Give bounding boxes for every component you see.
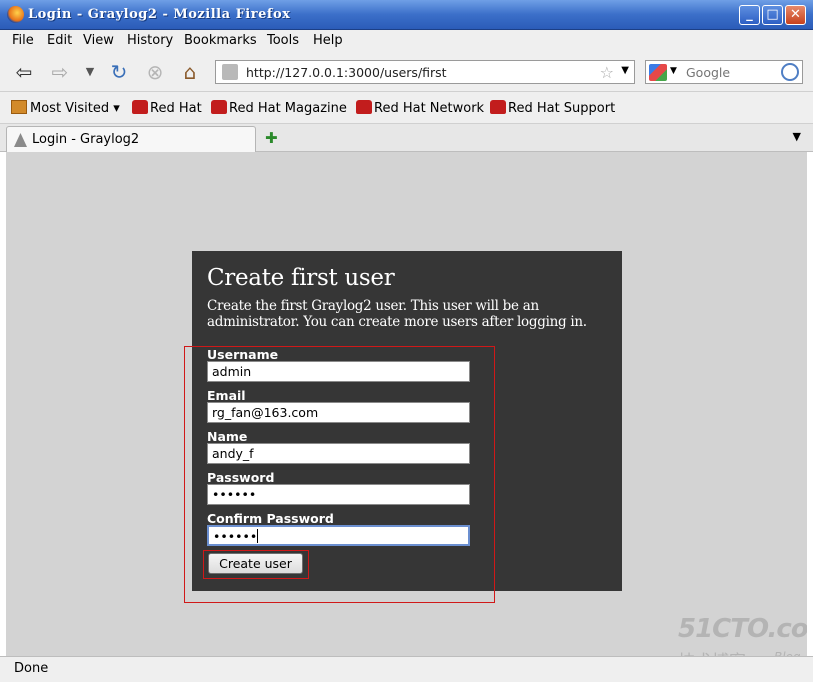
bookmark-red-hat-network[interactable]: Red Hat Network — [356, 100, 484, 116]
url-bar[interactable]: http://127.0.0.1:3000/users/first ☆ ▼ — [215, 60, 635, 84]
window-title: Login - Graylog2 - Mozilla Firefox — [28, 7, 291, 22]
bookmark-label: Red Hat Magazine — [229, 101, 347, 116]
window-edge — [807, 152, 813, 656]
text-caret — [257, 529, 259, 543]
password-label: Password — [207, 470, 275, 485]
bookmark-most-visited[interactable]: Most Visited ▾ — [11, 100, 120, 116]
username-field[interactable]: admin — [207, 361, 470, 382]
dropdown-icon[interactable]: ▼ — [78, 60, 102, 84]
reload-icon[interactable]: ↻ — [107, 60, 131, 84]
redhat-icon — [490, 100, 506, 114]
bookmark-label: Red Hat Support — [508, 101, 616, 116]
menu-history[interactable]: History — [127, 33, 173, 48]
tab-login-graylog2[interactable]: Login - Graylog2 — [6, 126, 256, 152]
new-tab-icon[interactable]: ✚ — [265, 129, 278, 147]
bookmark-red-hat[interactable]: Red Hat — [132, 100, 202, 116]
status-bar: Done — [0, 656, 813, 682]
create-user-panel: Create first user Create the first Grayl… — [192, 251, 622, 591]
page-content: Create first user Create the first Grayl… — [6, 152, 813, 672]
email-label: Email — [207, 388, 246, 403]
home-icon[interactable]: ⌂ — [178, 60, 202, 84]
search-input[interactable] — [686, 64, 781, 81]
intro-text: Create the first Graylog2 user. This use… — [207, 298, 587, 330]
tab-label: Login - Graylog2 — [32, 132, 140, 147]
maximize-button[interactable]: □ — [762, 5, 783, 25]
password-field[interactable]: •••••• — [207, 484, 470, 505]
star-icon[interactable]: ☆ — [600, 63, 614, 82]
create-user-button[interactable]: Create user — [208, 553, 303, 574]
email-field[interactable]: rg_fan@163.com — [207, 402, 470, 423]
menu-bookmarks[interactable]: Bookmarks — [184, 33, 257, 48]
google-icon[interactable] — [649, 64, 667, 81]
bookmark-label: Red Hat — [150, 101, 202, 116]
bookmark-red-hat-support[interactable]: Red Hat Support — [490, 100, 615, 116]
tab-bar: Login - Graylog2 ✚ ▼ — [0, 124, 813, 152]
watermark-main: 51CTO.com — [678, 614, 813, 644]
confirm-password-field[interactable]: •••••• — [207, 525, 470, 546]
page-title: Create first user — [207, 265, 395, 291]
confirm-password-label: Confirm Password — [207, 511, 334, 526]
menu-file[interactable]: File — [12, 33, 34, 48]
stop-icon[interactable]: ⊗ — [143, 60, 167, 84]
watermark: 51CTO.com 技术博客 Blog — [678, 614, 813, 672]
menu-tools[interactable]: Tools — [267, 33, 299, 48]
close-button[interactable]: ✕ — [785, 5, 806, 25]
firefox-icon — [7, 6, 24, 23]
username-label: Username — [207, 347, 279, 362]
window-titlebar: Login - Graylog2 - Mozilla Firefox _ □ ✕ — [0, 0, 813, 30]
minimize-button[interactable]: _ — [739, 5, 760, 25]
graylog-icon — [14, 133, 27, 147]
status-text: Done — [14, 661, 49, 676]
search-box: ▼ — [645, 60, 803, 84]
navigation-toolbar: ⇦ ⇨ ▼ ↻ ⊗ ⌂ http://127.0.0.1:3000/users/… — [0, 51, 813, 92]
menu-edit[interactable]: Edit — [47, 33, 72, 48]
search-icon[interactable] — [781, 63, 799, 81]
bookmark-label: Red Hat Network — [374, 101, 485, 116]
redhat-icon — [211, 100, 227, 114]
back-arrow-icon[interactable]: ⇦ — [12, 60, 36, 84]
forward-arrow-icon[interactable]: ⇨ — [48, 60, 72, 84]
name-label: Name — [207, 429, 248, 444]
confirm-password-value: •••••• — [213, 529, 258, 544]
site-icon — [222, 64, 238, 80]
redhat-icon — [356, 100, 372, 114]
tab-list-dropdown-icon[interactable]: ▼ — [793, 130, 801, 143]
url-dropdown-icon[interactable]: ▼ — [621, 65, 629, 76]
menu-help[interactable]: Help — [313, 33, 343, 48]
bookmark-label: Most Visited — [30, 101, 110, 116]
redhat-icon — [132, 100, 148, 114]
name-field[interactable]: andy_f — [207, 443, 470, 464]
most-visited-icon — [11, 100, 27, 114]
menu-bar: File Edit View History Bookmarks Tools H… — [0, 30, 813, 51]
search-engine-dropdown-icon[interactable]: ▼ — [670, 66, 677, 76]
menu-view[interactable]: View — [83, 33, 114, 48]
bookmark-red-hat-magazine[interactable]: Red Hat Magazine — [211, 100, 347, 116]
url-text: http://127.0.0.1:3000/users/first — [246, 65, 447, 80]
bookmarks-bar: Most Visited ▾ Red Hat Red Hat Magazine … — [0, 92, 813, 124]
